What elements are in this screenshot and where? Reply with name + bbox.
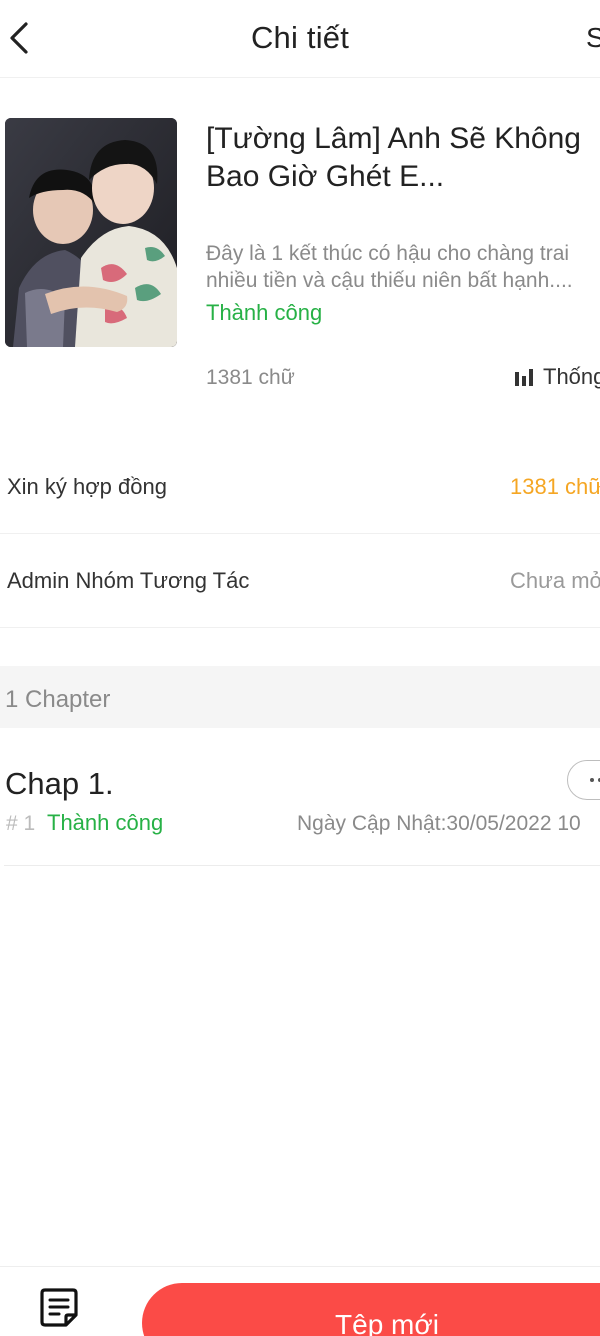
stats-label: Thống xyxy=(543,364,600,389)
book-description: Đây là 1 kết thúc có hậu cho chàng trai … xyxy=(206,240,600,294)
top-app-bar: Chi tiết S xyxy=(0,0,600,78)
note-icon[interactable] xyxy=(40,1287,78,1327)
contract-value: 1381 chữ xyxy=(510,474,600,499)
admin-group-value: Chưa mở xyxy=(510,568,600,593)
chapter-status: Thành công xyxy=(47,810,164,835)
book-detail-screen: Chi tiết S [Tường Lâm] Anh Sẽ Không Bao … xyxy=(0,0,600,1336)
new-file-button[interactable]: Tệp mới xyxy=(142,1283,600,1336)
chapter-list-item[interactable]: Chap 1. # 1 Thành công Ngày Cập Nhật:30/… xyxy=(4,730,600,866)
header-right-action[interactable]: S xyxy=(586,22,600,54)
chapter-updated-date: Ngày Cập Nhật:30/05/2022 10 xyxy=(297,812,581,835)
bar-chart-icon xyxy=(515,369,533,386)
word-count: 1381 chữ xyxy=(206,366,295,389)
book-title: [Tường Lâm] Anh Sẽ Không Bao Giờ Ghét E.… xyxy=(206,122,581,193)
chapter-count: 1 Chapter xyxy=(5,686,111,713)
book-description-line: nhiều tiền và cậu thiếu niên bất hạnh...… xyxy=(206,269,573,292)
book-description-line: Đây là 1 kết thúc có hậu cho chàng trai xyxy=(206,242,570,265)
chapter-section-header: 1 Chapter xyxy=(0,666,600,728)
contract-row[interactable]: Xin ký hợp đồng 1381 chữ xyxy=(0,440,600,534)
page-title: Chi tiết xyxy=(250,20,350,55)
chapter-more-button[interactable] xyxy=(567,760,600,800)
admin-group-label: Admin Nhóm Tương Tác xyxy=(7,568,250,593)
contract-label: Xin ký hợp đồng xyxy=(7,474,167,499)
chapter-title: Chap 1. xyxy=(5,766,114,801)
bottom-action-bar: Tệp mới xyxy=(0,1266,600,1336)
chapter-number: # 1 xyxy=(6,812,36,835)
new-file-label: Tệp mới xyxy=(335,1309,439,1336)
book-cover-image[interactable] xyxy=(5,118,177,347)
stats-button[interactable]: Thống xyxy=(514,364,600,390)
cover-artwork xyxy=(5,118,177,347)
admin-group-row[interactable]: Admin Nhóm Tương Tác Chưa mở xyxy=(0,534,600,628)
book-status: Thành công xyxy=(206,300,323,325)
